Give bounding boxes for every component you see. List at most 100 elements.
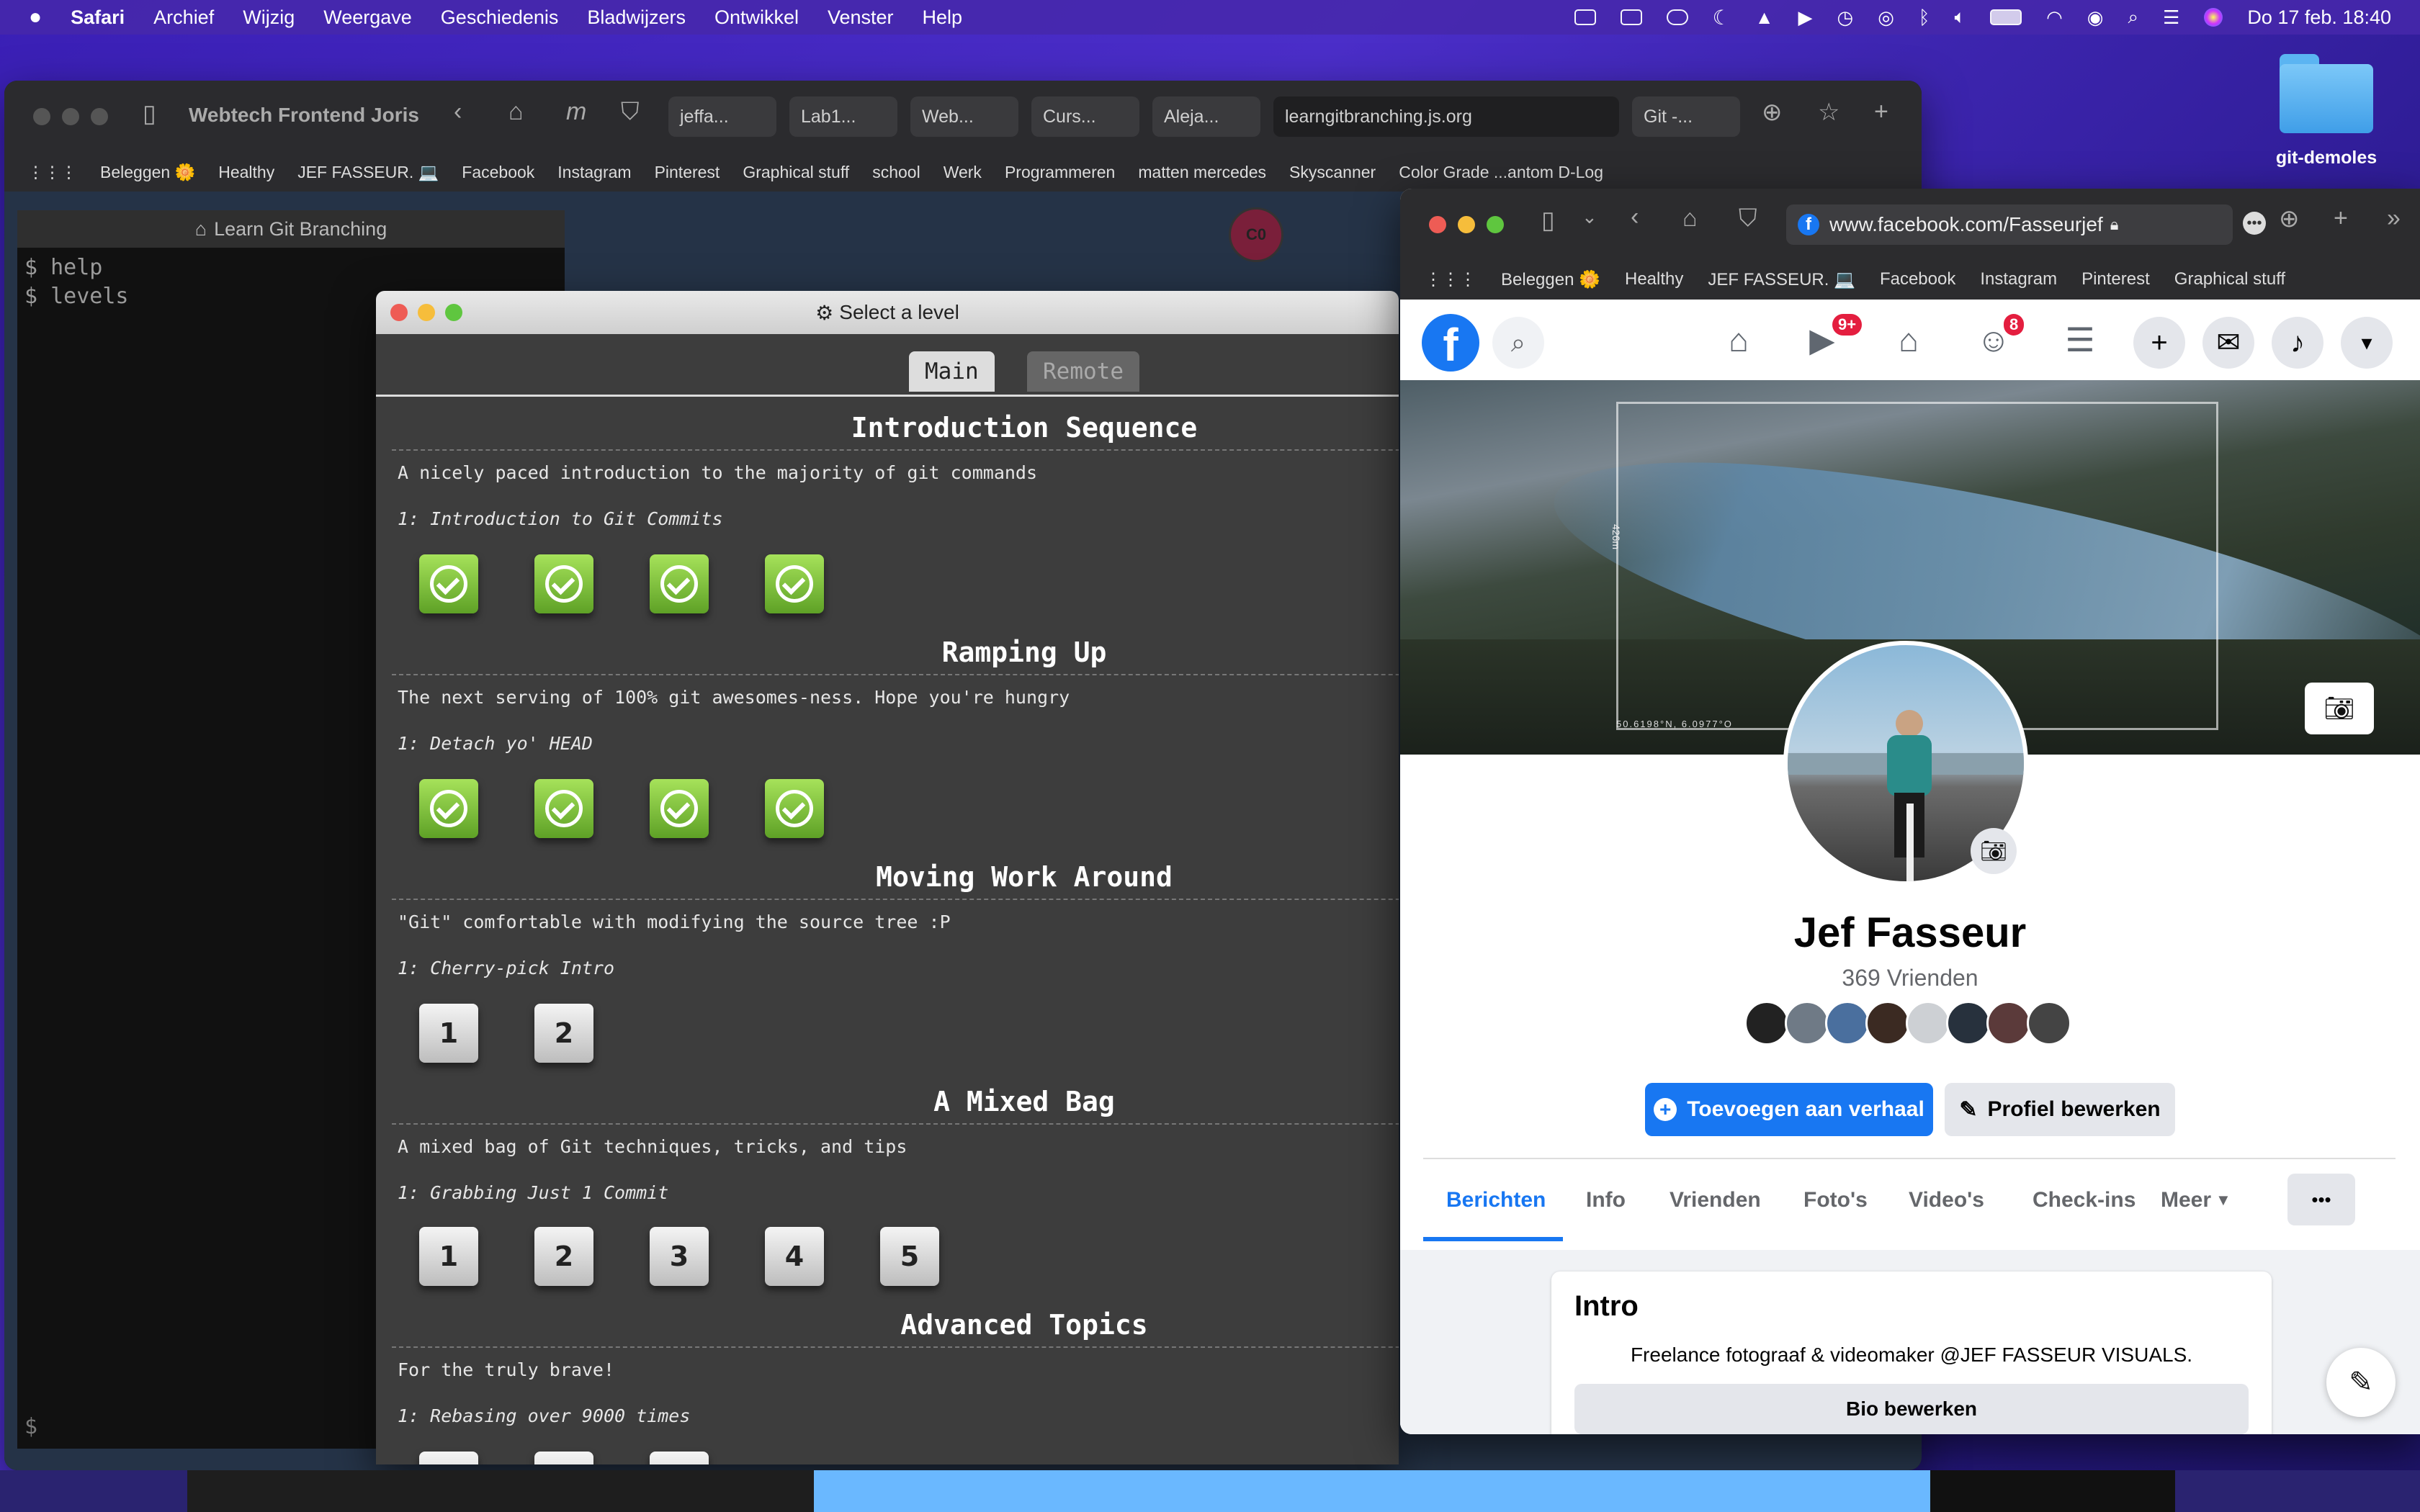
minimize-button[interactable] [1458,216,1475,233]
friend-avatar[interactable] [1785,1001,1829,1045]
overflow-icon[interactable]: » [2387,204,2401,233]
bookmark-graphical-stuff[interactable]: Graphical stuff [2174,269,2285,289]
edit-bio-button[interactable]: Bio bewerken [1574,1384,2249,1434]
level-complete-button[interactable] [419,779,478,838]
shield-icon[interactable]: ⛉ [1739,204,1757,233]
tab-fotos[interactable]: Foto's [1803,1188,1868,1212]
tab-github-aleja[interactable]: Aleja... [1152,96,1260,137]
level-button[interactable]: 2 [534,1004,593,1063]
address-bar[interactable]: f www.facebook.com/Fasseurjef 🔒︎ [1786,204,2233,245]
moon-icon[interactable]: ☾ [1713,6,1731,30]
commit-node[interactable]: C0 [1229,207,1283,262]
menu-bladwijzers[interactable]: Bladwijzers [587,6,686,29]
tab-videos[interactable]: Video's [1909,1188,1984,1212]
menu-venster[interactable]: Venster [828,6,894,29]
friend-avatar[interactable] [1986,1001,2031,1045]
zoom-button[interactable] [91,108,108,125]
apple-icon[interactable]: ● [29,5,42,30]
avatar-camera-icon[interactable]: 📷︎ [1971,828,2017,874]
menu-app-name[interactable]: Safari [71,6,125,29]
bookmarks-grid-icon[interactable]: ⋮⋮⋮ [1425,269,1476,290]
bookmark-color-grade[interactable]: Color Grade ...antom D-Log [1399,163,1603,182]
bookmark-facebook[interactable]: Facebook [1880,269,1955,289]
menu-clock[interactable]: Do 17 feb. 18:40 [2247,6,2391,29]
shield-icon[interactable]: ⛉ [621,98,640,126]
bookmarks-grid-icon[interactable]: ⋮⋮⋮ [27,163,77,182]
bluetooth-icon[interactable]: ᛒ [1919,6,1930,29]
sidebar-icon[interactable]: ▯ [143,99,156,128]
folder-label[interactable]: git-demoles [2247,148,2406,168]
tab-remote[interactable]: Remote [1027,351,1139,392]
terminal-prompt[interactable]: $ [24,1414,37,1439]
tab-git[interactable]: Git -... [1632,96,1740,137]
marketplace-icon[interactable]: ⌂ [1887,318,1930,361]
level-complete-button[interactable] [650,779,709,838]
cloud-icon[interactable] [1666,9,1688,25]
search-icon[interactable]: ⌕ [1492,317,1544,369]
level-button[interactable]: 4 [765,1227,824,1286]
bookmark-graphical-stuff[interactable]: Graphical stuff [743,163,849,182]
home-icon[interactable]: ⌂ [508,98,524,126]
friends-count[interactable]: 369 Vrienden [1400,965,2420,991]
volume-icon[interactable]: 🔈︎ [1954,6,1966,29]
facebook-logo-icon[interactable]: f [1422,314,1479,372]
bookmark-healthy[interactable]: Healthy [1625,269,1683,289]
camera-icon[interactable]: 📷︎ [2305,683,2374,734]
close-button[interactable] [33,108,50,125]
friend-avatar[interactable] [1825,1001,1870,1045]
bookmark-facebook[interactable]: Facebook [462,163,534,182]
minimize-button[interactable] [62,108,79,125]
tab-lab1[interactable]: Lab1... [789,96,897,137]
level-button[interactable]: 1 [419,1227,478,1286]
level-complete-button[interactable] [765,779,824,838]
create-icon[interactable]: + [2133,317,2185,369]
zoom-button[interactable] [1487,216,1504,233]
folder-icon[interactable] [2280,54,2373,133]
level-button[interactable]: 5 [880,1227,939,1286]
level-button[interactable] [534,1452,593,1464]
search-icon[interactable]: ⌕ [2128,6,2138,29]
tab-vrienden[interactable]: Vrienden [1670,1188,1761,1212]
downloads-icon[interactable]: ⊕ [2279,204,2300,233]
bookmark-programmeren[interactable]: Programmeren [1005,163,1115,182]
battery-icon[interactable] [1990,9,2022,25]
bookmark-instagram[interactable]: Instagram [1980,269,2057,289]
messenger-icon[interactable]: ✉ [2202,317,2254,369]
bookmark-skyscanner[interactable]: Skyscanner [1289,163,1376,182]
menu-ontwikkel[interactable]: Ontwikkel [714,6,799,29]
level-complete-button[interactable] [765,554,824,613]
menu-archief[interactable]: Archief [153,6,214,29]
tab-info[interactable]: Info [1586,1188,1626,1212]
tab-github-jeff[interactable]: jeffa... [668,96,776,137]
friend-avatar[interactable] [2027,1001,2071,1045]
menu-help[interactable]: Help [923,6,963,29]
control-center-icon[interactable]: ☰ [2163,6,2179,29]
time-machine-icon[interactable]: ◷ [1837,6,1854,29]
more-options-button[interactable]: ••• [2287,1174,2355,1225]
level-button[interactable]: 2 [534,1227,593,1286]
friend-avatar[interactable] [1865,1001,1910,1045]
downloads-icon[interactable]: ⊕ [1762,98,1783,127]
minimize-button[interactable] [418,304,435,321]
back-icon[interactable]: ‹ [454,98,462,126]
add-to-story-button[interactable]: + Toevoegen aan verhaal [1645,1083,1933,1136]
home-icon[interactable]: ⌂ [1717,318,1760,361]
level-complete-button[interactable] [534,779,593,838]
bookmark-beleggen[interactable]: Beleggen 🌼 [100,163,195,182]
menu-wijzig[interactable]: Wijzig [243,6,295,29]
more-icon[interactable]: ••• [2243,212,2266,235]
tab-web[interactable]: Web... [910,96,1018,137]
bookmark-jef-fasseur[interactable]: JEF FASSEUR. 💻 [297,163,439,182]
bookmark-matten-mercedes[interactable]: matten mercedes [1138,163,1266,182]
tab-check-ins[interactable]: Check-ins [2033,1188,2136,1212]
bookmark-jef-fasseur[interactable]: JEF FASSEUR. 💻 [1708,269,1855,290]
bookmark-pinterest[interactable]: Pinterest [655,163,720,182]
menu-geschiedenis[interactable]: Geschiedenis [441,6,559,29]
notifications-icon[interactable]: ♪ [2272,317,2323,369]
play-icon[interactable]: ▶ [1798,6,1813,29]
new-message-icon[interactable]: ✎ [2326,1348,2396,1417]
bookmark-healthy[interactable]: Healthy [218,163,274,182]
friend-avatar[interactable] [1906,1001,1950,1045]
airdrop-icon[interactable]: ◎ [1878,6,1894,29]
extension-icon[interactable]: m [566,98,586,126]
